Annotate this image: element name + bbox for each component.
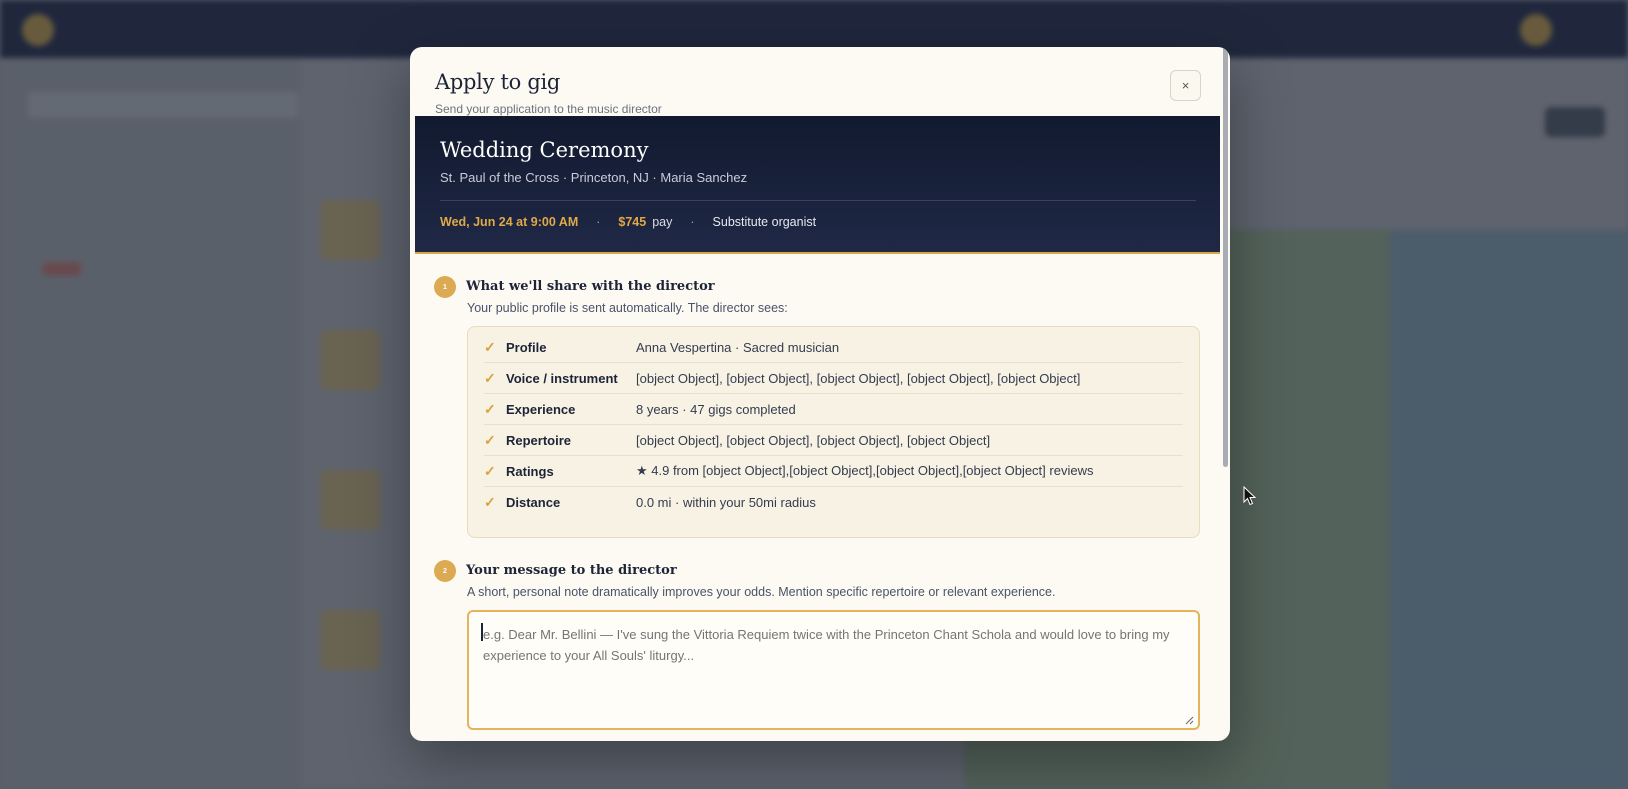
gig-divider: [440, 200, 1196, 201]
gig-summary-card: Wedding Ceremony St. Paul of the Cross ·…: [415, 116, 1220, 254]
profile-row: ✓ Distance 0.0 mi · within your 50mi rad…: [484, 487, 1183, 518]
row-value: ★ 4.9 from [object Object],[object Objec…: [636, 463, 1094, 478]
profile-row: ✓ Voice / instrument [object Object], [o…: [484, 363, 1183, 394]
profile-summary-box: ✓ Profile Anna Vespertina · Sacred music…: [467, 326, 1200, 538]
check-icon: ✓: [484, 400, 496, 417]
apply-modal: Apply to gig Send your application to th…: [410, 47, 1230, 741]
gig-role: Substitute organist: [712, 215, 817, 229]
separator-dot: ·: [690, 215, 695, 229]
row-label: Distance: [506, 495, 561, 510]
check-icon: ✓: [484, 462, 496, 479]
profile-row: ✓ Experience 8 years · 47 gigs completed: [484, 394, 1183, 425]
modal-scrollbar[interactable]: [1223, 47, 1228, 467]
message-textarea[interactable]: [467, 610, 1200, 730]
profile-row: ✓ Repertoire [object Object], [object Ob…: [484, 425, 1183, 456]
close-button[interactable]: ×: [1170, 70, 1201, 101]
step-number-1: 1: [434, 276, 456, 298]
close-icon: ×: [1181, 78, 1190, 93]
gig-date: Wed, Jun 24 at 9:00 AM: [440, 215, 579, 229]
profile-row: ✓ Ratings ★ 4.9 from [object Object],[ob…: [484, 456, 1183, 487]
row-label: Ratings: [506, 463, 554, 479]
row-label: Experience: [506, 401, 576, 417]
profile-row: ✓ Profile Anna Vespertina · Sacred music…: [484, 332, 1183, 363]
row-label: Repertoire: [506, 432, 572, 448]
row-value: [object Object], [object Object], [objec…: [636, 370, 1081, 386]
row-label: Voice / instrument: [506, 370, 618, 386]
gig-pay-amount: $745: [618, 215, 647, 229]
section-title-profile: What we'll share with the director: [466, 279, 715, 294]
row-label: Profile: [506, 339, 547, 355]
text-caret: [481, 623, 483, 641]
row-value: 8 years · 47 gigs completed: [636, 401, 796, 417]
mouse-pointer-icon: [1243, 486, 1257, 506]
row-value: [object Object], [object Object], [objec…: [636, 432, 991, 448]
step-number-2: 2: [434, 560, 456, 582]
resize-handle-icon[interactable]: [1184, 715, 1194, 725]
separator-dot: ·: [596, 215, 601, 229]
gig-pay-label: pay: [652, 215, 673, 229]
section-description-profile: Your public profile is sent automaticall…: [467, 301, 788, 315]
modal-title: Apply to gig: [435, 70, 561, 94]
section-title-message: Your message to the director: [466, 563, 677, 578]
check-icon: ✓: [484, 338, 496, 355]
gig-title: Wedding Ceremony: [440, 138, 649, 162]
modal-subtitle: Send your application to the music direc…: [435, 102, 662, 116]
row-value: 0.0 mi · within your 50mi radius: [636, 495, 816, 510]
gig-meta: St. Paul of the Cross · Princeton, NJ · …: [440, 170, 748, 185]
section-description-message: A short, personal note dramatically impr…: [467, 585, 1056, 599]
check-icon: ✓: [484, 494, 496, 510]
row-value: Anna Vespertina · Sacred musician: [636, 339, 840, 355]
check-icon: ✓: [484, 431, 496, 448]
check-icon: ✓: [484, 369, 496, 386]
gig-details-row: Wed, Jun 24 at 9:00 AM · $745 pay · Subs…: [440, 215, 816, 229]
